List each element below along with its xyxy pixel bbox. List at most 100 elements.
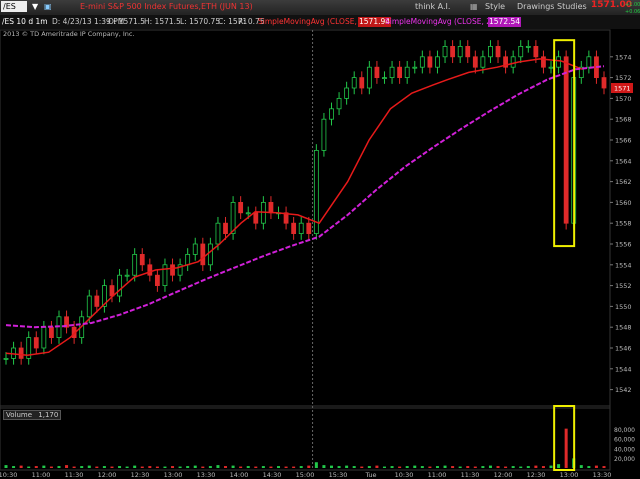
- volume-bar: [526, 466, 530, 468]
- time-label: 14:30: [263, 471, 282, 479]
- candle-body: [404, 66, 410, 78]
- candle-body: [351, 77, 357, 89]
- candle-body: [397, 66, 403, 78]
- price-tick-label: 1560: [615, 199, 632, 207]
- volume-bar: [80, 466, 84, 468]
- volume-value: 1,170: [38, 411, 59, 419]
- candle-body: [41, 326, 47, 349]
- candle-body: [601, 77, 607, 89]
- candle-body: [162, 264, 168, 286]
- volume-bar: [186, 466, 190, 468]
- volume-bar: [125, 466, 129, 468]
- candle-body: [170, 264, 175, 276]
- candle-body: [389, 66, 395, 78]
- candle-body: [525, 46, 531, 48]
- time-label: 13:00: [164, 471, 183, 479]
- candle-body: [548, 66, 554, 69]
- candle-body: [321, 118, 327, 151]
- volume-bar: [473, 466, 477, 468]
- candle-body: [298, 222, 304, 234]
- volume-bar: [534, 465, 538, 468]
- volume-bar: [140, 466, 144, 468]
- volume-bar: [307, 465, 311, 468]
- volume-bar: [163, 466, 167, 468]
- candle-body: [49, 326, 54, 339]
- volume-bar: [34, 466, 38, 468]
- time-label: 11:00: [32, 471, 51, 479]
- candle-body: [223, 222, 228, 234]
- volume-bar: [292, 466, 296, 468]
- volume-bar: [193, 465, 197, 468]
- volume-bar: [178, 466, 182, 468]
- candle-body: [94, 295, 100, 307]
- volume-pane: [0, 405, 611, 471]
- volume-bar: [345, 465, 349, 468]
- volume-bar: [594, 465, 598, 468]
- volume-bar: [201, 466, 205, 468]
- volume-bar: [4, 465, 8, 468]
- time-label: 11:00: [428, 471, 447, 479]
- volume-bar: [95, 466, 99, 468]
- volume-bar: [428, 466, 432, 468]
- volume-bar: [557, 464, 561, 468]
- candle-body: [132, 253, 138, 276]
- price-tick-label: 1564: [615, 157, 632, 165]
- candle-body: [412, 66, 418, 69]
- volume-bar: [496, 466, 500, 468]
- candle-body: [374, 66, 380, 78]
- volume-bar: [413, 465, 417, 468]
- candle-body: [33, 337, 39, 349]
- volume-bar: [314, 462, 318, 468]
- volume-bar: [208, 466, 212, 468]
- volume-bar: [451, 466, 455, 468]
- volume-bar: [337, 466, 341, 468]
- volume-tick-label: 80,000: [614, 427, 635, 434]
- volume-bar: [284, 466, 288, 468]
- volume-bar: [504, 466, 508, 468]
- candle-body: [124, 274, 130, 277]
- candle-body: [495, 46, 501, 58]
- last-price-tag-label: 1571: [614, 85, 631, 93]
- candle-body: [435, 56, 440, 68]
- volume-bar: [564, 428, 568, 468]
- candle-body: [586, 56, 592, 68]
- volume-bar: [443, 465, 447, 468]
- time-label: Tue: [364, 471, 376, 479]
- volume-bar: [171, 466, 175, 468]
- price-tick-label: 1550: [615, 303, 632, 311]
- volume-bar: [118, 466, 122, 468]
- volume-bar: [541, 466, 545, 468]
- price-chart[interactable]: 1574 1572 1570 1568 1566 1564 1562 1560 1558 1556…: [0, 0, 640, 479]
- volume-bar: [27, 466, 31, 468]
- candle-body: [109, 285, 115, 297]
- volume-bar: [299, 466, 303, 468]
- volume-bar: [49, 466, 53, 468]
- candle-body: [185, 253, 191, 266]
- candle-body: [419, 56, 425, 68]
- time-label: 12:00: [98, 471, 117, 479]
- candle-body: [306, 222, 312, 234]
- candle-body: [139, 253, 145, 266]
- volume-tick-label: 20,000: [614, 456, 635, 463]
- candle-body: [563, 56, 569, 224]
- volume-bar: [367, 466, 371, 468]
- volume-bar: [19, 465, 23, 468]
- volume-bar: [133, 465, 137, 468]
- volume-bar: [602, 466, 606, 468]
- volume-bar: [481, 466, 485, 468]
- candle-body: [359, 77, 365, 89]
- volume-bar: [42, 465, 46, 468]
- time-label: 14:00: [230, 471, 249, 479]
- candle-body: [291, 222, 297, 234]
- candle-body: [510, 56, 516, 68]
- candle-body: [245, 212, 251, 215]
- time-label: 13:30: [197, 471, 216, 479]
- price-tick-label: 1544: [615, 365, 632, 373]
- volume-bar: [277, 466, 281, 468]
- candle-body: [3, 357, 9, 360]
- volume-title: Volume: [6, 411, 33, 419]
- volume-bar: [261, 466, 265, 468]
- candle-body: [488, 46, 493, 58]
- volume-bar: [360, 466, 364, 468]
- candle-body: [366, 66, 372, 89]
